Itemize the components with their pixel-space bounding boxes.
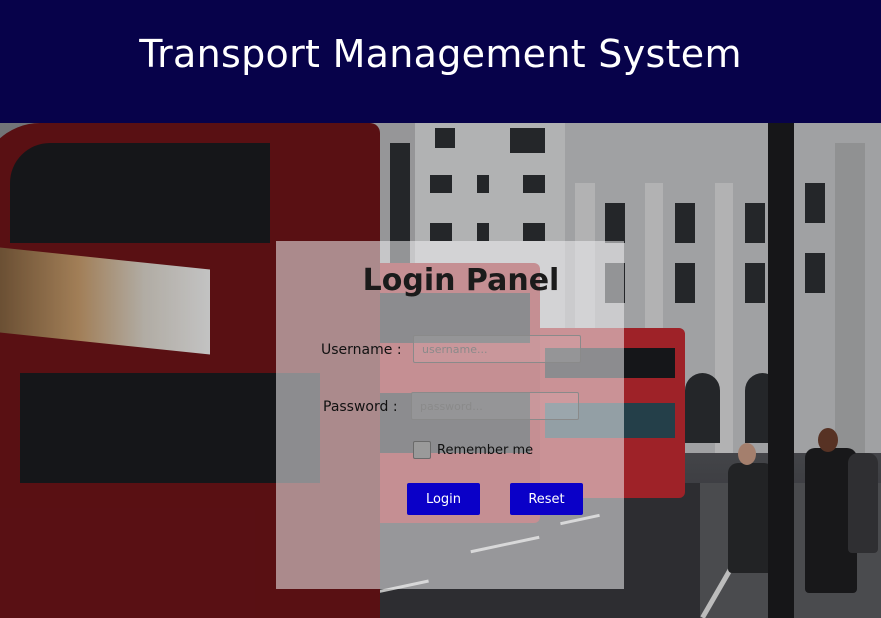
reset-button[interactable]: Reset <box>510 483 583 515</box>
remember-me-row[interactable]: Remember me <box>413 441 533 459</box>
password-label: Password : <box>323 399 398 415</box>
remember-me-checkbox[interactable] <box>413 441 431 459</box>
app-header: Transport Management System <box>0 0 881 123</box>
login-button[interactable]: Login <box>407 483 480 515</box>
login-panel: Login Panel Username : Password : Rememb… <box>276 241 624 589</box>
app-title: Transport Management System <box>139 31 742 76</box>
remember-me-label: Remember me <box>437 442 534 458</box>
login-panel-title: Login Panel <box>362 263 560 298</box>
username-label: Username : <box>321 342 402 358</box>
password-input[interactable] <box>411 392 579 420</box>
username-input[interactable] <box>413 335 581 363</box>
